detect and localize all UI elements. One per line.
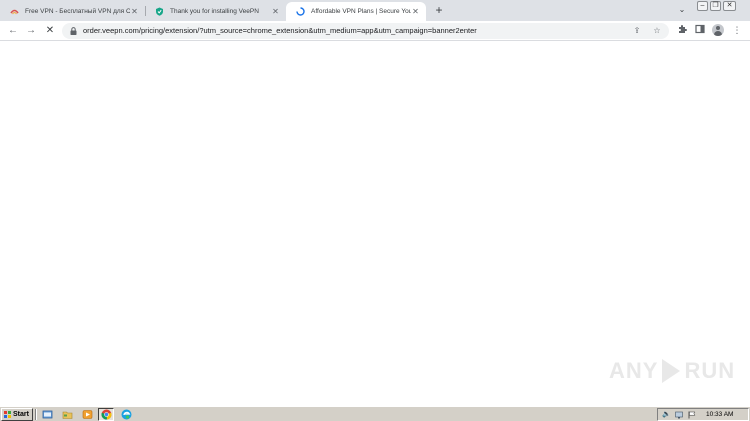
play-icon — [662, 359, 681, 383]
windows-logo-icon — [4, 411, 11, 418]
tab-thank-you[interactable]: Thank you for installing VeePN ✕ — [145, 2, 286, 21]
clock: 10:33 AM — [706, 411, 734, 418]
chrome-icon[interactable] — [98, 408, 114, 421]
restore-icon[interactable]: ❐ — [710, 1, 721, 11]
bookmark-star-icon[interactable]: ☆ — [651, 25, 663, 37]
network-icon[interactable] — [675, 411, 683, 419]
volume-icon[interactable]: 🔈 — [662, 411, 671, 419]
taskbar-separator — [35, 409, 37, 420]
taskbar: Start 🔈 10:33 AM — [0, 406, 750, 421]
flag-icon[interactable] — [688, 411, 696, 419]
side-panel-icon[interactable] — [694, 24, 706, 36]
start-button[interactable]: Start — [1, 408, 33, 421]
forward-arrow-icon[interactable]: → — [24, 24, 38, 38]
close-icon[interactable]: ✕ — [411, 7, 420, 16]
menu-kebab-icon[interactable]: ⋮ — [731, 24, 743, 36]
page-content — [0, 42, 750, 406]
minimize-icon[interactable]: – — [697, 1, 708, 11]
chevron-down-icon[interactable]: ⌄ — [676, 4, 688, 16]
new-tab-button[interactable]: + — [432, 3, 446, 17]
url-text[interactable]: order.veepn.com/pricing/extension/?utm_s… — [83, 25, 477, 37]
close-icon[interactable]: ✕ — [130, 7, 139, 16]
loading-spinner-icon — [296, 7, 305, 16]
address-bar[interactable]: order.veepn.com/pricing/extension/?utm_s… — [62, 23, 669, 39]
extensions-puzzle-icon[interactable] — [676, 24, 688, 36]
tab-title: Free VPN - Бесплатный VPN для Chrome — [25, 8, 130, 15]
profile-avatar-icon[interactable] — [712, 24, 724, 36]
anyrun-watermark: ANY RUN — [609, 355, 735, 387]
watermark-text-left: ANY — [609, 358, 659, 383]
browser-toolbar: ← → ✕ order.veepn.com/pricing/extension/… — [0, 21, 750, 41]
edge-icon[interactable] — [118, 408, 134, 421]
tab-free-vpn[interactable]: Free VPN - Бесплатный VPN для Chrome ✕ — [0, 2, 145, 21]
veepn-fan-icon — [10, 7, 19, 16]
media-player-icon[interactable] — [79, 408, 95, 421]
system-tray: 🔈 10:33 AM — [657, 408, 749, 421]
veepn-shield-icon — [155, 7, 164, 16]
tab-affordable-vpn-plans[interactable]: Affordable VPN Plans | Secure Your Inter… — [286, 2, 426, 21]
ie-icon[interactable] — [39, 408, 55, 421]
watermark-text-right: RUN — [684, 358, 736, 383]
tab-title: Affordable VPN Plans | Secure Your Inter… — [311, 8, 411, 15]
back-arrow-icon[interactable]: ← — [6, 24, 20, 38]
tab-title: Thank you for installing VeePN — [170, 8, 259, 15]
lock-icon[interactable] — [70, 27, 77, 35]
stop-loading-icon[interactable]: ✕ — [43, 24, 57, 38]
close-window-icon[interactable]: ✕ — [723, 1, 736, 11]
tab-strip: Free VPN - Бесплатный VPN для Chrome ✕ T… — [0, 0, 750, 21]
folder-icon[interactable] — [59, 408, 75, 421]
close-icon[interactable]: ✕ — [271, 7, 280, 16]
share-icon[interactable]: ⇪ — [631, 25, 643, 37]
start-label: Start — [13, 411, 29, 418]
